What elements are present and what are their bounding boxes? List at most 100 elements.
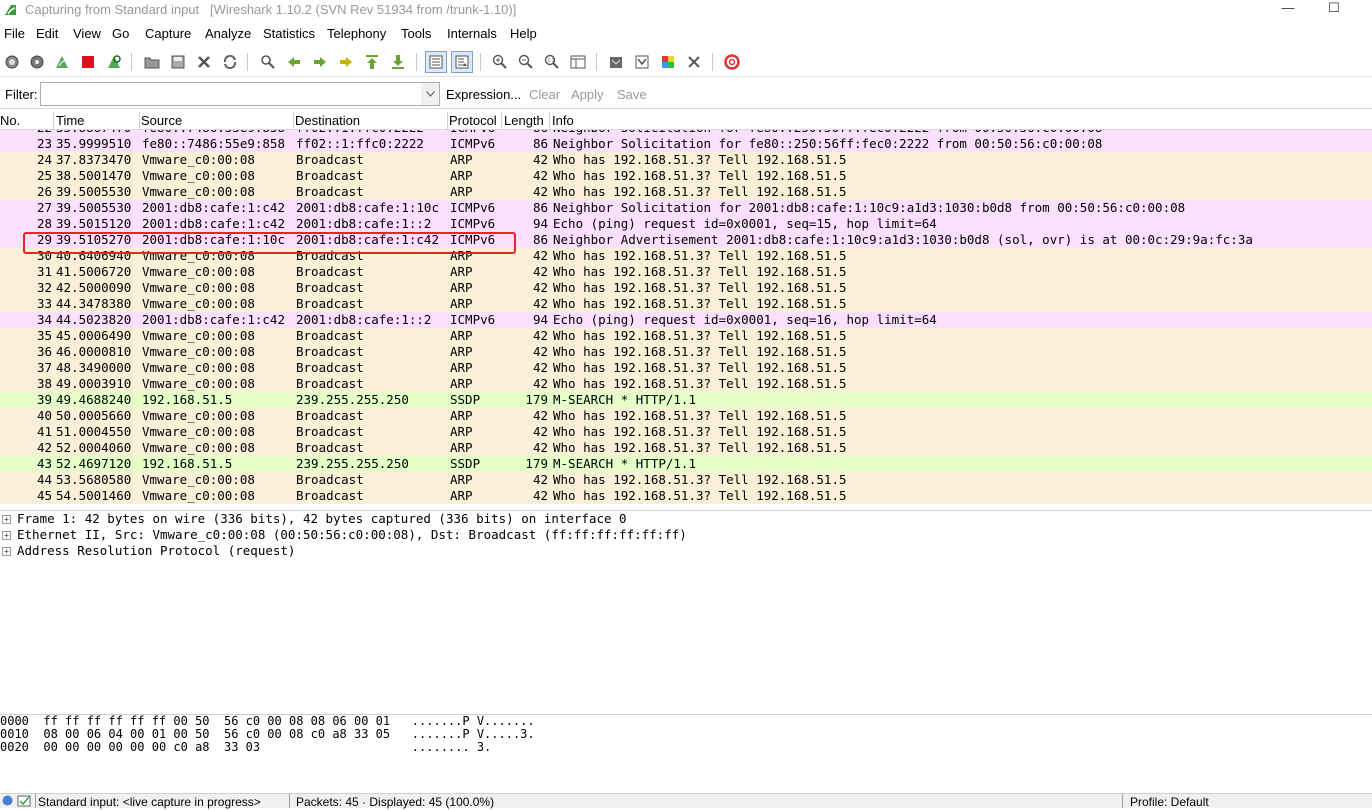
- packet-row[interactable]: 32 42.5000090 Vmware_c0:00:08 Broadcast ARP 4…: [0, 280, 1372, 296]
- filter-input[interactable]: [40, 82, 422, 106]
- packet-time-cell: 45.0006490: [56, 328, 132, 343]
- menu-internals[interactable]: Internals: [447, 26, 497, 41]
- packet-details-pane[interactable]: + Frame 1: 42 bytes on wire (336 bits), …: [0, 510, 1372, 715]
- menu-telephony[interactable]: Telephony: [327, 26, 386, 41]
- packet-row[interactable]: 45 54.5001460 Vmware_c0:00:08 Broadcast ARP 4…: [0, 488, 1372, 504]
- auto-scroll-icon[interactable]: [451, 51, 473, 73]
- colorize-icon[interactable]: [425, 51, 447, 73]
- minimize-button[interactable]: —: [1265, 0, 1311, 20]
- packet-row[interactable]: 38 49.0003910 Vmware_c0:00:08 Broadcast ARP 4…: [0, 376, 1372, 392]
- packet-row[interactable]: 40 50.0005660 Vmware_c0:00:08 Broadcast ARP 4…: [0, 408, 1372, 424]
- packet-row[interactable]: 44 53.5680580 Vmware_c0:00:08 Broadcast ARP 4…: [0, 472, 1372, 488]
- packet-row[interactable]: 27 39.5005530 2001:db8:cafe:1:c42 2001:db8:…: [0, 200, 1372, 216]
- packet-row[interactable]: 35 45.0006490 Vmware_c0:00:08 Broadcast ARP 4…: [0, 328, 1372, 344]
- restart-capture-icon[interactable]: [104, 52, 124, 72]
- reload-icon[interactable]: [220, 52, 240, 72]
- packet-time-cell: 48.3490000: [56, 360, 132, 375]
- packet-protocol-cell: ICMPv6: [450, 200, 496, 215]
- packet-row[interactable]: 28 39.5015120 2001:db8:cafe:1:c42 2001:db8:…: [0, 216, 1372, 232]
- apply-button[interactable]: Apply: [571, 87, 604, 102]
- packet-row[interactable]: 43 52.4697120 192.168.51.5 239.255.255.250 S…: [0, 456, 1372, 472]
- packet-row[interactable]: 39 49.4688240 192.168.51.5 239.255.255.250 S…: [0, 392, 1372, 408]
- packet-row[interactable]: 24 37.8373470 Vmware_c0:00:08 Broadcast ARP 4…: [0, 152, 1372, 168]
- packet-row[interactable]: 33 44.3478380 Vmware_c0:00:08 Broadcast ARP 4…: [0, 296, 1372, 312]
- expand-icon[interactable]: +: [2, 531, 11, 540]
- preferences-icon[interactable]: [684, 52, 704, 72]
- packet-info-cell: Who has 192.168.51.3? Tell 192.168.51.5: [553, 328, 847, 343]
- menu-go[interactable]: Go: [112, 26, 129, 41]
- options-icon[interactable]: [27, 52, 47, 72]
- display-filters-icon[interactable]: [632, 52, 652, 72]
- coloring-rules-icon[interactable]: [658, 52, 678, 72]
- resize-columns-icon[interactable]: [568, 52, 588, 72]
- go-back-icon[interactable]: [284, 52, 304, 72]
- packet-row[interactable]: 37 48.3490000 Vmware_c0:00:08 Broadcast ARP 4…: [0, 360, 1372, 376]
- packet-row[interactable]: 23 35.9999510 fe80::7486:55e9:858 ff02::1:f…: [0, 136, 1372, 152]
- menu-statistics[interactable]: Statistics: [263, 26, 315, 41]
- menu-view[interactable]: View: [73, 26, 101, 41]
- packet-length-cell: 42: [532, 296, 548, 311]
- packet-source-cell: Vmware_c0:00:08: [142, 280, 255, 295]
- start-capture-icon[interactable]: [52, 52, 72, 72]
- column-header-protocol[interactable]: Protocol: [449, 113, 497, 128]
- zoom-in-icon[interactable]: [490, 52, 510, 72]
- packet-row[interactable]: 31 41.5006720 Vmware_c0:00:08 Broadcast ARP 4…: [0, 264, 1372, 280]
- packet-length-cell: 42: [532, 344, 548, 359]
- detail-row-frame[interactable]: + Frame 1: 42 bytes on wire (336 bits), …: [0, 511, 1372, 527]
- expression-button[interactable]: Expression...: [446, 87, 521, 102]
- help-icon[interactable]: [722, 52, 742, 72]
- packet-info-cell: Who has 192.168.51.3? Tell 192.168.51.5: [553, 488, 847, 503]
- packet-list[interactable]: 2235.8887470fe80::7486:55e9:858ff02::1:f…: [0, 112, 1372, 508]
- interfaces-icon[interactable]: [2, 52, 22, 72]
- menu-file[interactable]: File: [4, 26, 25, 41]
- packet-time-cell: 39.5005530: [56, 200, 132, 215]
- column-header-destination[interactable]: Destination: [295, 113, 360, 128]
- go-forward-icon[interactable]: [310, 52, 330, 72]
- save-filter-button[interactable]: Save: [617, 87, 647, 102]
- stop-capture-icon[interactable]: [78, 52, 98, 72]
- packet-row[interactable]: 36 46.0000810 Vmware_c0:00:08 Broadcast ARP 4…: [0, 344, 1372, 360]
- expand-icon[interactable]: +: [2, 515, 11, 524]
- expand-icon[interactable]: +: [2, 547, 11, 556]
- column-header-source[interactable]: Source: [141, 113, 182, 128]
- packet-destination-cell: 2001:db8:cafe:1::2: [296, 312, 432, 327]
- column-header-time[interactable]: Time: [56, 113, 84, 128]
- packet-rows: 2235.8887470fe80::7486:55e9:858ff02::1:f…: [0, 120, 1372, 504]
- menu-capture[interactable]: Capture: [145, 26, 191, 41]
- find-packet-icon[interactable]: [258, 52, 278, 72]
- go-first-icon[interactable]: [362, 52, 382, 72]
- detail-row-ethernet[interactable]: + Ethernet II, Src: Vmware_c0:00:08 (00:…: [0, 527, 1372, 543]
- menu-tools[interactable]: Tools: [401, 26, 431, 41]
- packet-length-cell: 42: [532, 168, 548, 183]
- menu-edit[interactable]: Edit: [36, 26, 58, 41]
- packet-protocol-cell: ICMPv6: [450, 136, 496, 151]
- zoom-out-icon[interactable]: [516, 52, 536, 72]
- filter-bar: Filter: Expression... Clear Apply Save: [0, 80, 1372, 109]
- packet-row[interactable]: 42 52.0004060 Vmware_c0:00:08 Broadcast ARP 4…: [0, 440, 1372, 456]
- maximize-button[interactable]: ☐: [1311, 0, 1357, 20]
- packet-source-cell: 2001:db8:cafe:1:c42: [142, 200, 285, 215]
- packet-row[interactable]: 41 51.0004550 Vmware_c0:00:08 Broadcast ARP 4…: [0, 424, 1372, 440]
- capture-filters-icon[interactable]: [606, 52, 626, 72]
- go-last-icon[interactable]: [388, 52, 408, 72]
- packet-row[interactable]: 34 44.5023820 2001:db8:cafe:1:c42 2001:db8:…: [0, 312, 1372, 328]
- column-header-info[interactable]: Info: [552, 113, 574, 128]
- column-header-no[interactable]: No.: [0, 113, 20, 128]
- capture-comment-icon[interactable]: [17, 795, 33, 810]
- packet-bytes-pane[interactable]: 0000 ff ff ff ff ff ff 00 50 56 c0 00 08…: [0, 714, 1372, 793]
- menu-help[interactable]: Help: [510, 26, 537, 41]
- menu-analyze[interactable]: Analyze: [205, 26, 251, 41]
- save-file-icon[interactable]: [168, 52, 188, 72]
- packet-row[interactable]: 25 38.5001470 Vmware_c0:00:08 Broadcast ARP 4…: [0, 168, 1372, 184]
- window-title: Capturing from Standard input [Wireshark…: [25, 2, 517, 17]
- filter-label: Filter:: [5, 87, 38, 102]
- filter-dropdown-button[interactable]: [421, 82, 440, 106]
- go-to-packet-icon[interactable]: [336, 52, 356, 72]
- open-file-icon[interactable]: [142, 52, 162, 72]
- zoom-normal-icon[interactable]: 1:1: [542, 52, 562, 72]
- close-file-icon[interactable]: [194, 52, 214, 72]
- packet-row[interactable]: 26 39.5005530 Vmware_c0:00:08 Broadcast ARP 4…: [0, 184, 1372, 200]
- detail-row-arp[interactable]: + Address Resolution Protocol (request): [0, 543, 1372, 559]
- clear-button[interactable]: Clear: [529, 87, 560, 102]
- column-header-length[interactable]: Length: [504, 113, 544, 128]
